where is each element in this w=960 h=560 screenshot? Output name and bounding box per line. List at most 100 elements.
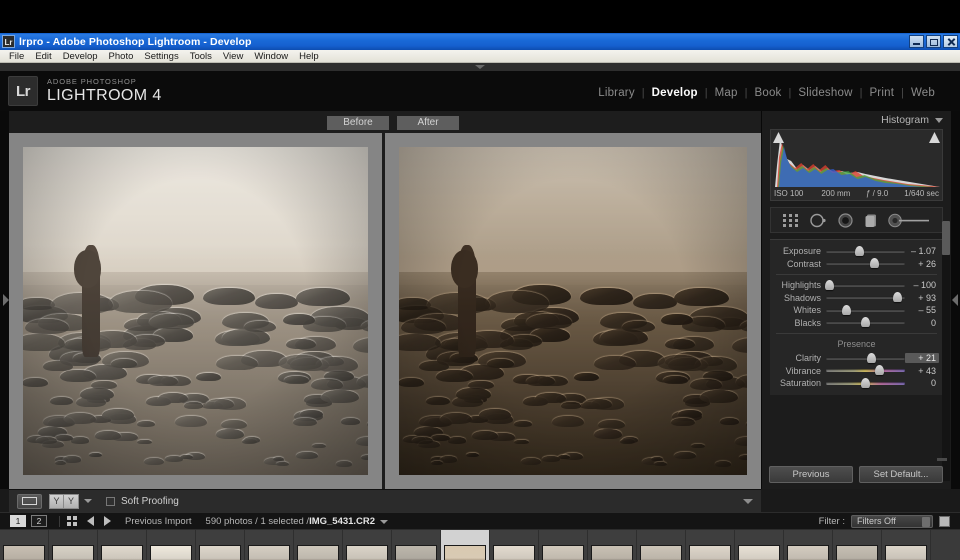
module-library[interactable]: Library (591, 87, 642, 99)
slider-value[interactable]: + 21 (905, 353, 939, 364)
set-default-button[interactable]: Set Default... (859, 465, 943, 483)
spot-removal-tool-icon[interactable] (809, 213, 827, 228)
module-print[interactable]: Print (862, 87, 901, 99)
slider-clarity[interactable]: Clarity + 21 (770, 352, 943, 365)
filmstrip-thumbnail[interactable] (539, 530, 588, 560)
filter-lock-icon[interactable] (939, 515, 950, 527)
slider-thumb[interactable] (892, 292, 902, 303)
slider-highlights[interactable]: Highlights – 100 (770, 279, 943, 292)
slider-thumb[interactable] (842, 304, 852, 315)
left-panel-toggle[interactable] (0, 111, 9, 489)
filmstrip-thumbnail[interactable] (294, 530, 343, 560)
chevron-down-icon[interactable] (84, 499, 92, 503)
slider-contrast[interactable]: Contrast + 26 (770, 258, 943, 271)
slider-track[interactable] (826, 245, 905, 256)
select-spinner-icon[interactable] (922, 516, 930, 527)
before-pane[interactable] (9, 133, 385, 489)
soft-proofing-label[interactable]: Soft Proofing (121, 496, 179, 507)
filmstrip-thumbnail[interactable] (784, 530, 833, 560)
menu-settings[interactable]: Settings (139, 50, 183, 63)
crop-overlay-tool-icon[interactable] (782, 213, 800, 228)
chevron-down-icon[interactable] (380, 519, 389, 524)
filmstrip-thumbnail[interactable] (882, 530, 931, 560)
slider-value[interactable]: + 43 (905, 366, 939, 376)
loupe-view-button[interactable] (17, 493, 42, 509)
menu-window[interactable]: Window (249, 50, 293, 63)
before-after-right-button[interactable]: Y (64, 493, 79, 509)
slider-thumb[interactable] (870, 258, 880, 269)
menu-view[interactable]: View (218, 50, 248, 63)
scrollbar-thumb[interactable] (942, 221, 950, 255)
menu-file[interactable]: File (4, 50, 29, 63)
display-2-button[interactable]: 2 (31, 515, 47, 527)
slider-track[interactable] (826, 365, 905, 376)
current-filename[interactable]: IMG_5431.CR2 (309, 516, 375, 527)
after-pane[interactable] (385, 133, 761, 489)
filmstrip-thumbnail[interactable] (588, 530, 637, 560)
display-1-button[interactable]: 1 (10, 515, 26, 527)
filmstrip-thumbnail[interactable] (735, 530, 784, 560)
slider-saturation[interactable]: Saturation 0 (770, 377, 943, 390)
chevron-down-icon[interactable] (935, 117, 943, 123)
slider-track[interactable] (826, 377, 905, 388)
grid-view-icon[interactable] (67, 516, 77, 526)
right-panel-scrollbar[interactable] (942, 221, 950, 481)
panel-resize-handle[interactable] (937, 458, 947, 461)
slider-vibrance[interactable]: Vibrance + 43 (770, 365, 943, 378)
menu-photo[interactable]: Photo (104, 50, 139, 63)
slider-value[interactable]: 0 (905, 378, 939, 388)
filmstrip-thumbnail[interactable] (833, 530, 882, 560)
module-develop[interactable]: Develop (645, 87, 705, 99)
filter-select[interactable]: Filters Off (851, 514, 933, 528)
before-image[interactable] (23, 147, 368, 475)
adjustment-brush-tool-icon[interactable] (887, 213, 931, 228)
slider-track[interactable] (826, 352, 905, 363)
filmstrip-thumbnail[interactable] (147, 530, 196, 560)
close-button[interactable] (943, 35, 958, 48)
filmstrip-thumbnail[interactable] (196, 530, 245, 560)
slider-track[interactable] (826, 304, 905, 315)
menu-develop[interactable]: Develop (58, 50, 103, 63)
histogram-panel[interactable]: ISO 100 200 mm ƒ / 9.0 1/640 sec (770, 129, 943, 201)
slider-thumb[interactable] (861, 377, 870, 388)
slider-thumb[interactable] (854, 245, 864, 256)
filmstrip[interactable] (0, 530, 960, 560)
menu-edit[interactable]: Edit (30, 50, 56, 63)
filmstrip-thumbnail[interactable] (343, 530, 392, 560)
slider-whites[interactable]: Whites – 55 (770, 304, 943, 317)
module-slideshow[interactable]: Slideshow (791, 87, 859, 99)
filmstrip-thumbnail[interactable] (637, 530, 686, 560)
filmstrip-thumbnail[interactable] (98, 530, 147, 560)
slider-exposure[interactable]: Exposure – 1.07 (770, 245, 943, 258)
filmstrip-thumbnail[interactable] (441, 530, 490, 560)
slider-value[interactable]: + 26 (905, 259, 939, 269)
filmstrip-thumbnail[interactable] (392, 530, 441, 560)
slider-thumb[interactable] (825, 279, 835, 290)
filmstrip-thumbnail[interactable] (490, 530, 539, 560)
menu-tools[interactable]: Tools (185, 50, 217, 63)
filmstrip-thumbnail[interactable] (686, 530, 735, 560)
after-image[interactable] (399, 147, 747, 475)
module-map[interactable]: Map (708, 87, 745, 99)
filmstrip-thumbnail[interactable] (245, 530, 294, 560)
source-label[interactable]: Previous Import (125, 516, 192, 527)
minimize-button[interactable] (909, 35, 924, 48)
slider-track[interactable] (826, 292, 905, 303)
toolbar-collapse-icon[interactable] (743, 498, 753, 504)
module-web[interactable]: Web (904, 87, 942, 99)
slider-thumb[interactable] (875, 365, 885, 376)
histogram-header[interactable]: Histogram (762, 111, 951, 129)
go-forward-icon[interactable] (104, 516, 111, 526)
graduated-filter-tool-icon[interactable] (864, 213, 878, 228)
slider-blacks[interactable]: Blacks 0 (770, 317, 943, 330)
slider-value[interactable]: – 1.07 (905, 246, 939, 256)
go-back-icon[interactable] (87, 516, 94, 526)
slider-value[interactable]: – 55 (905, 305, 939, 315)
filmstrip-thumbnail[interactable] (49, 530, 98, 560)
slider-value[interactable]: + 93 (905, 293, 939, 303)
maximize-button[interactable] (926, 35, 941, 48)
slider-track[interactable] (826, 258, 905, 269)
slider-shadows[interactable]: Shadows + 93 (770, 292, 943, 305)
menu-help[interactable]: Help (294, 50, 324, 63)
right-panel-toggle[interactable] (951, 111, 960, 489)
